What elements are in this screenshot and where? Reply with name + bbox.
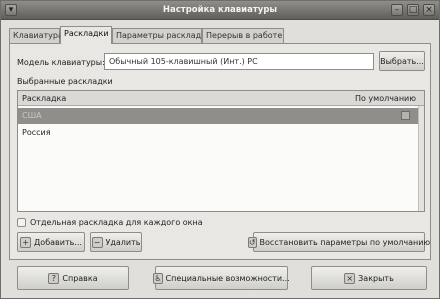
- restore-defaults-button[interactable]: ↺ Восстановить параметры по умолчанию: [247, 232, 430, 252]
- choose-model-button[interactable]: Выбрать...: [379, 51, 425, 71]
- add-layout-button[interactable]: + Добавить...: [17, 232, 85, 252]
- close-button[interactable]: × Закрыть: [311, 266, 427, 290]
- separate-layout-label[interactable]: Отдельная раскладка для каждого окна: [30, 218, 203, 227]
- tab-layouts[interactable]: Раскладки: [60, 26, 112, 44]
- tab-typing-break[interactable]: Перерыв в работе: [202, 28, 284, 43]
- restore-icon: ↺: [247, 236, 257, 248]
- minus-icon: −: [91, 236, 103, 248]
- layouts-panel: Модель клавиатуры: Обычный 105-клавишный…: [9, 43, 431, 260]
- close-window-button[interactable]: ×: [423, 4, 435, 16]
- column-header-default[interactable]: По умолчанию: [355, 94, 416, 103]
- remove-layout-button[interactable]: − Удалить: [90, 232, 142, 252]
- tab-layout-options[interactable]: Параметры раскладки: [112, 28, 211, 43]
- model-label: Модель клавиатуры:: [17, 58, 105, 67]
- maximize-button[interactable]: □: [407, 4, 419, 16]
- help-icon: ?: [48, 272, 60, 284]
- layouts-table[interactable]: Раскладка По умолчанию США Россия: [17, 90, 425, 212]
- layout-name: Россия: [22, 128, 51, 137]
- remove-layout-label: Удалить: [105, 237, 141, 247]
- accessibility-icon: ♿: [153, 272, 163, 284]
- add-layout-label: Добавить...: [34, 237, 82, 247]
- column-header-layout[interactable]: Раскладка: [22, 94, 66, 103]
- selected-layouts-label: Выбранные раскладки: [17, 77, 113, 86]
- layout-name: США: [22, 111, 42, 120]
- minimize-icon: –: [394, 5, 400, 15]
- window-title: Настройка клавиатуры: [162, 5, 278, 15]
- titlebar[interactable]: ▾ Настройка клавиатуры – □ ×: [1, 1, 439, 20]
- keyboard-settings-window: ▾ Настройка клавиатуры – □ × Клавиатура …: [0, 0, 440, 299]
- close-label: Закрыть: [358, 273, 394, 283]
- help-label: Справка: [62, 273, 98, 283]
- close-icon: ×: [344, 272, 356, 284]
- table-header: Раскладка По умолчанию: [18, 91, 424, 106]
- default-checkbox[interactable]: [401, 111, 410, 120]
- accessibility-button[interactable]: ♿ Специальные возможности...: [153, 266, 290, 290]
- tab-keyboard[interactable]: Клавиатура: [9, 28, 63, 43]
- help-button[interactable]: ? Справка: [17, 266, 129, 290]
- separate-layout-checkbox[interactable]: [17, 218, 26, 227]
- accessibility-label: Специальные возможности...: [165, 273, 290, 283]
- model-field: Обычный 105-клавишный (Инт.) PC: [104, 53, 374, 70]
- table-row[interactable]: Россия: [18, 125, 424, 141]
- plus-icon: +: [20, 236, 32, 248]
- maximize-icon: □: [408, 5, 418, 15]
- table-scrollbar[interactable]: [418, 106, 424, 211]
- table-row[interactable]: США: [18, 108, 424, 124]
- minimize-button[interactable]: –: [391, 4, 403, 16]
- restore-defaults-label: Восстановить параметры по умолчанию: [259, 237, 431, 247]
- close-window-icon: ×: [425, 5, 433, 15]
